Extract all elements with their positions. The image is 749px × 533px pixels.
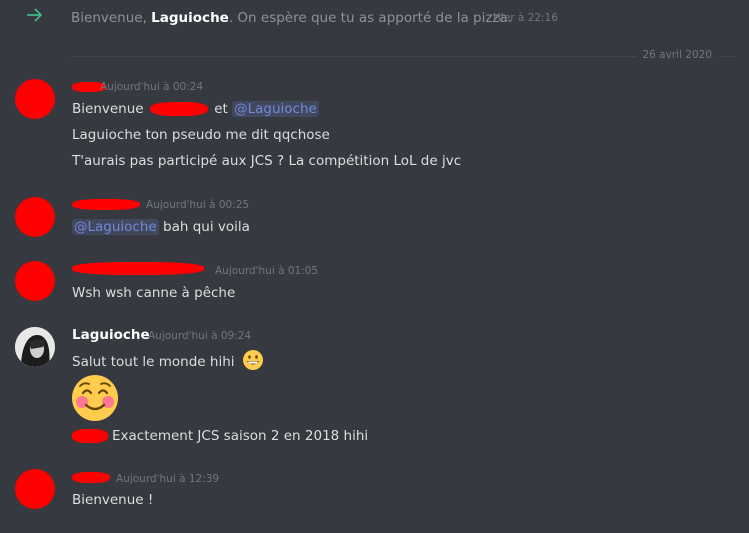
join-suffix: . On espère que tu as apporté de la pizz… xyxy=(228,10,513,26)
message-group: Aujourd'hui à 00:25 @Laguioche bah qui v… xyxy=(0,194,749,240)
message-line: Bienvenue ! xyxy=(72,492,154,508)
author-name-redacted[interactable] xyxy=(72,262,204,275)
message-group: Aujourd'hui à 12:39 Bienvenue ! xyxy=(0,466,749,512)
message-line: Wsh wsh canne à pêche xyxy=(72,285,236,301)
user-mention[interactable]: @Laguioche xyxy=(72,219,159,235)
user-mention[interactable]: @Laguioche xyxy=(232,101,319,117)
avatar[interactable] xyxy=(15,469,55,509)
system-join-message: Bienvenue, Laguioche. On espère que tu a… xyxy=(0,6,749,30)
join-timestamp: Hier à 22:16 xyxy=(493,12,558,24)
message-timestamp: Aujourd'hui à 00:24 xyxy=(100,81,204,93)
message-timestamp: Aujourd'hui à 01:05 xyxy=(215,265,319,277)
message-timestamp: Aujourd'hui à 09:24 xyxy=(148,330,252,342)
avatar[interactable] xyxy=(15,197,55,237)
message-line: Laguioche ton pseudo me dit qqchose xyxy=(72,127,330,143)
message-line: Salut tout le monde hihi xyxy=(72,349,264,375)
message-line: @Laguioche bah qui voila xyxy=(72,219,250,235)
author-name[interactable]: Laguioche xyxy=(72,327,150,343)
join-username[interactable]: Laguioche xyxy=(151,10,229,26)
avatar[interactable] xyxy=(15,327,55,367)
mention-redacted[interactable] xyxy=(149,102,208,116)
message-line: T'aurais pas participé aux JCS ? La comp… xyxy=(72,153,462,169)
message-group: Aujourd'hui à 01:05 Wsh wsh canne à pêch… xyxy=(0,258,749,304)
date-divider-label: 26 avril 2020 xyxy=(636,49,718,61)
message-group: Laguioche Aujourd'hui à 09:24 Salut tout… xyxy=(0,324,749,448)
message-timestamp: Aujourd'hui à 00:25 xyxy=(146,199,250,211)
message-line: Bienvenue et @Laguioche xyxy=(72,101,319,117)
grinning-emoji-icon xyxy=(242,349,264,375)
author-name-redacted[interactable] xyxy=(72,472,110,483)
message-group: Aujourd'hui à 00:24 Bienvenue et @Laguio… xyxy=(0,76,749,176)
avatar[interactable] xyxy=(15,261,55,301)
author-name-redacted[interactable] xyxy=(72,199,140,210)
avatar[interactable] xyxy=(15,79,55,119)
date-divider: 26 avril 2020 xyxy=(70,49,736,61)
join-arrow-icon xyxy=(26,7,44,26)
message-timestamp: Aujourd'hui à 12:39 xyxy=(116,473,220,485)
smiling-blush-emoji-icon xyxy=(71,374,119,422)
join-prefix: Bienvenue, xyxy=(71,10,152,26)
mention-redacted[interactable] xyxy=(72,429,108,443)
message-line: Exactement JCS saison 2 en 2018 hihi xyxy=(72,428,368,444)
